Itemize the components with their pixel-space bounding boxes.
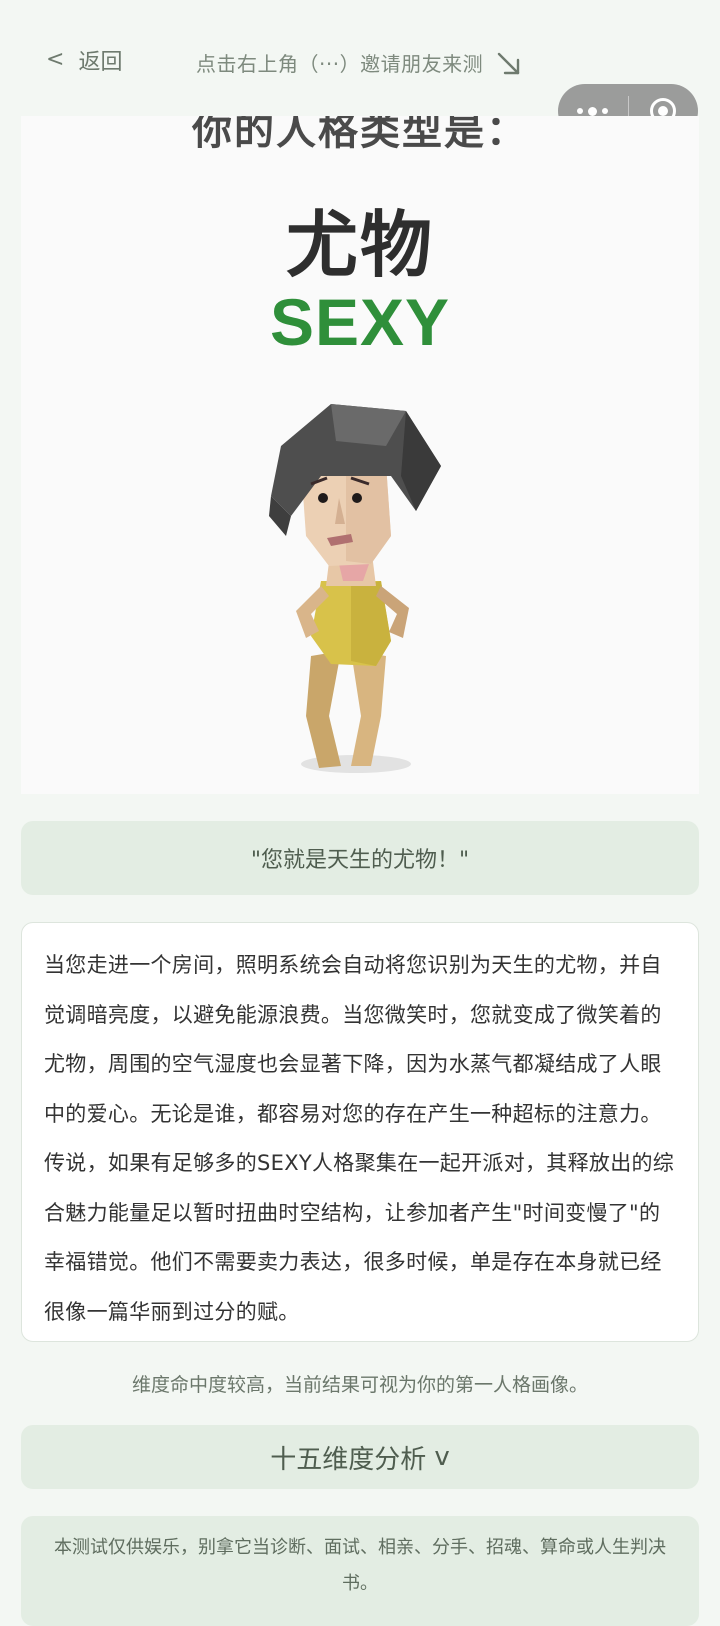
arrow-down-right-icon [497,52,520,75]
disclaimer-text: 本测试仅供娱乐，别拿它当诊断、面试、相亲、分手、招魂、算命或人生判决书。 [54,1537,666,1594]
character-illustration [269,404,441,773]
result-headline: 你的人格类型是： [192,116,528,154]
top-bar: < 返回 点击右上角（···）邀请朋友来测 [0,0,720,138]
result-quote-text: "您就是天生的尤物！" [250,848,470,873]
disclaimer: 本测试仅供娱乐，别拿它当诊断、面试、相亲、分手、招魂、算命或人生判决书。 [21,1516,699,1626]
match-note: 维度命中度较高，当前结果可视为你的第一人格画像。 [131,1374,588,1396]
result-description: 当您走进一个房间，照明系统会自动将您识别为天生的尤物，并自觉调暗亮度，以避免能源… [44,953,675,1324]
result-image: 你的人格类型是： 尤物 SEXY [21,116,699,794]
share-hint: 点击右上角（···）邀请朋友来测 [196,46,523,78]
dimension-analysis-button[interactable]: 十五维度分析 v [21,1425,699,1489]
more-dots-icon [577,106,609,116]
result-description-card: 当您走进一个房间，照明系统会自动将您识别为天生的尤物，并自觉调暗亮度，以避免能源… [21,922,699,1342]
back-button[interactable]: < 返回 [46,44,122,76]
result-quote: "您就是天生的尤物！" [21,821,699,895]
chevron-down-icon: v [434,1442,450,1472]
dimension-analysis-label: 十五维度分析 [270,1444,427,1475]
result-type-en: SEXY [269,285,451,359]
back-label: 返回 [78,50,123,75]
share-hint-text: 点击右上角（···）邀请朋友来测 [196,51,484,76]
result-type-cn: 尤物 [285,203,434,287]
chevron-left-icon: < [46,47,65,72]
